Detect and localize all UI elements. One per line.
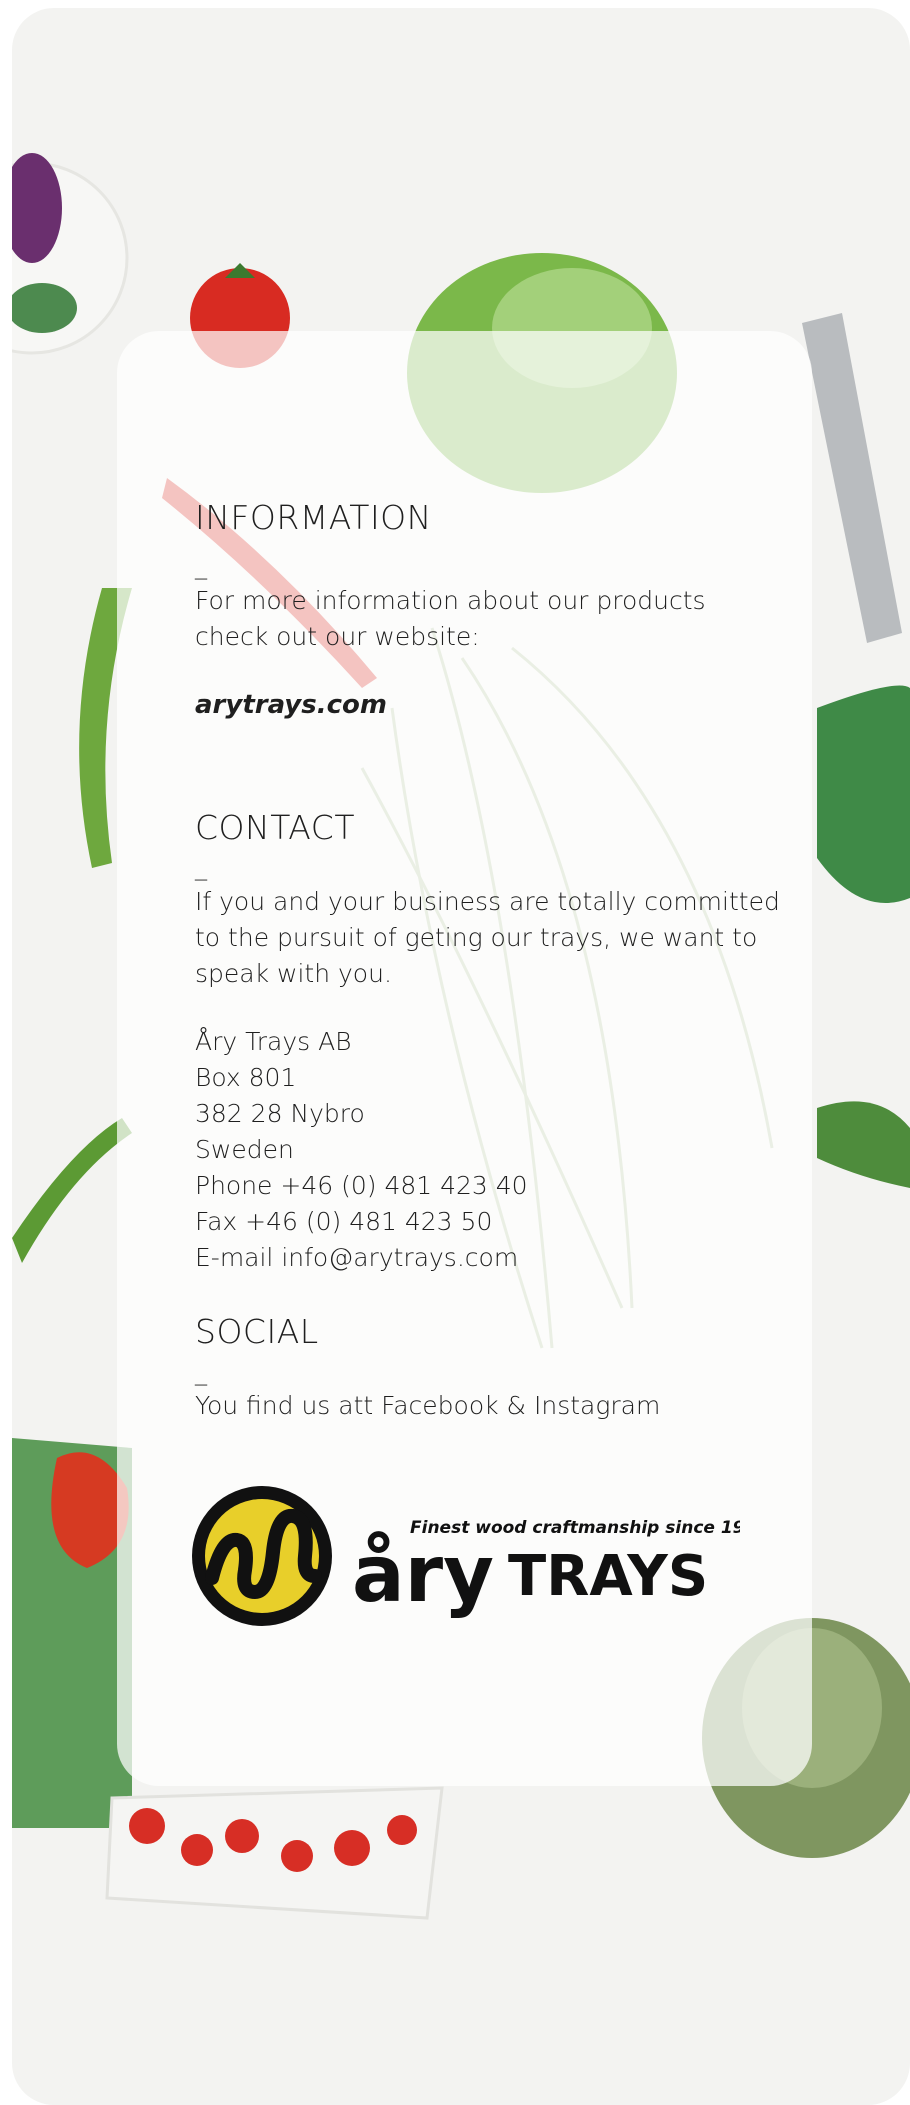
email-link[interactable]: E-mail info@arytrays.com <box>195 1240 528 1276</box>
contact-divider: _ <box>195 853 207 881</box>
information-text: For more information about our products … <box>195 583 706 655</box>
logo-brand-caps: TRAYS <box>508 1544 708 1609</box>
contact-text-line: speak with you. <box>195 959 392 988</box>
logo-brand-script: åry <box>352 1530 494 1620</box>
contact-text: If you and your business are totally com… <box>195 884 780 992</box>
contact-text-line: to the pursuit of geting our trays, we w… <box>195 923 758 952</box>
fax-line: Fax +46 (0) 481 423 50 <box>195 1207 493 1236</box>
contact-text-line: If you and your business are totally com… <box>195 887 780 916</box>
phone-line: Phone +46 (0) 481 423 40 <box>195 1171 528 1200</box>
arytrays-logo: Finest wood craftmanship since 1950 åry … <box>192 1486 740 1626</box>
information-divider: _ <box>195 552 207 580</box>
contact-address: Åry Trays AB Box 801 382 28 Nybro Sweden… <box>195 1024 528 1276</box>
address-line: Box 801 <box>195 1063 297 1092</box>
information-text-line: check out our website: <box>195 622 480 651</box>
website-link[interactable]: arytrays.com <box>195 690 387 720</box>
information-heading: INFORMATION <box>195 498 432 537</box>
contact-heading: CONTACT <box>195 808 355 847</box>
social-divider: _ <box>195 1358 207 1386</box>
information-text-line: For more information about our products <box>195 586 706 615</box>
social-heading: SOCIAL <box>195 1312 319 1351</box>
address-line: Sweden <box>195 1135 294 1164</box>
address-line: 382 28 Nybro <box>195 1099 365 1128</box>
address-line: Åry Trays AB <box>195 1027 352 1056</box>
social-text: You find us att Facebook & Instagram <box>195 1391 661 1420</box>
